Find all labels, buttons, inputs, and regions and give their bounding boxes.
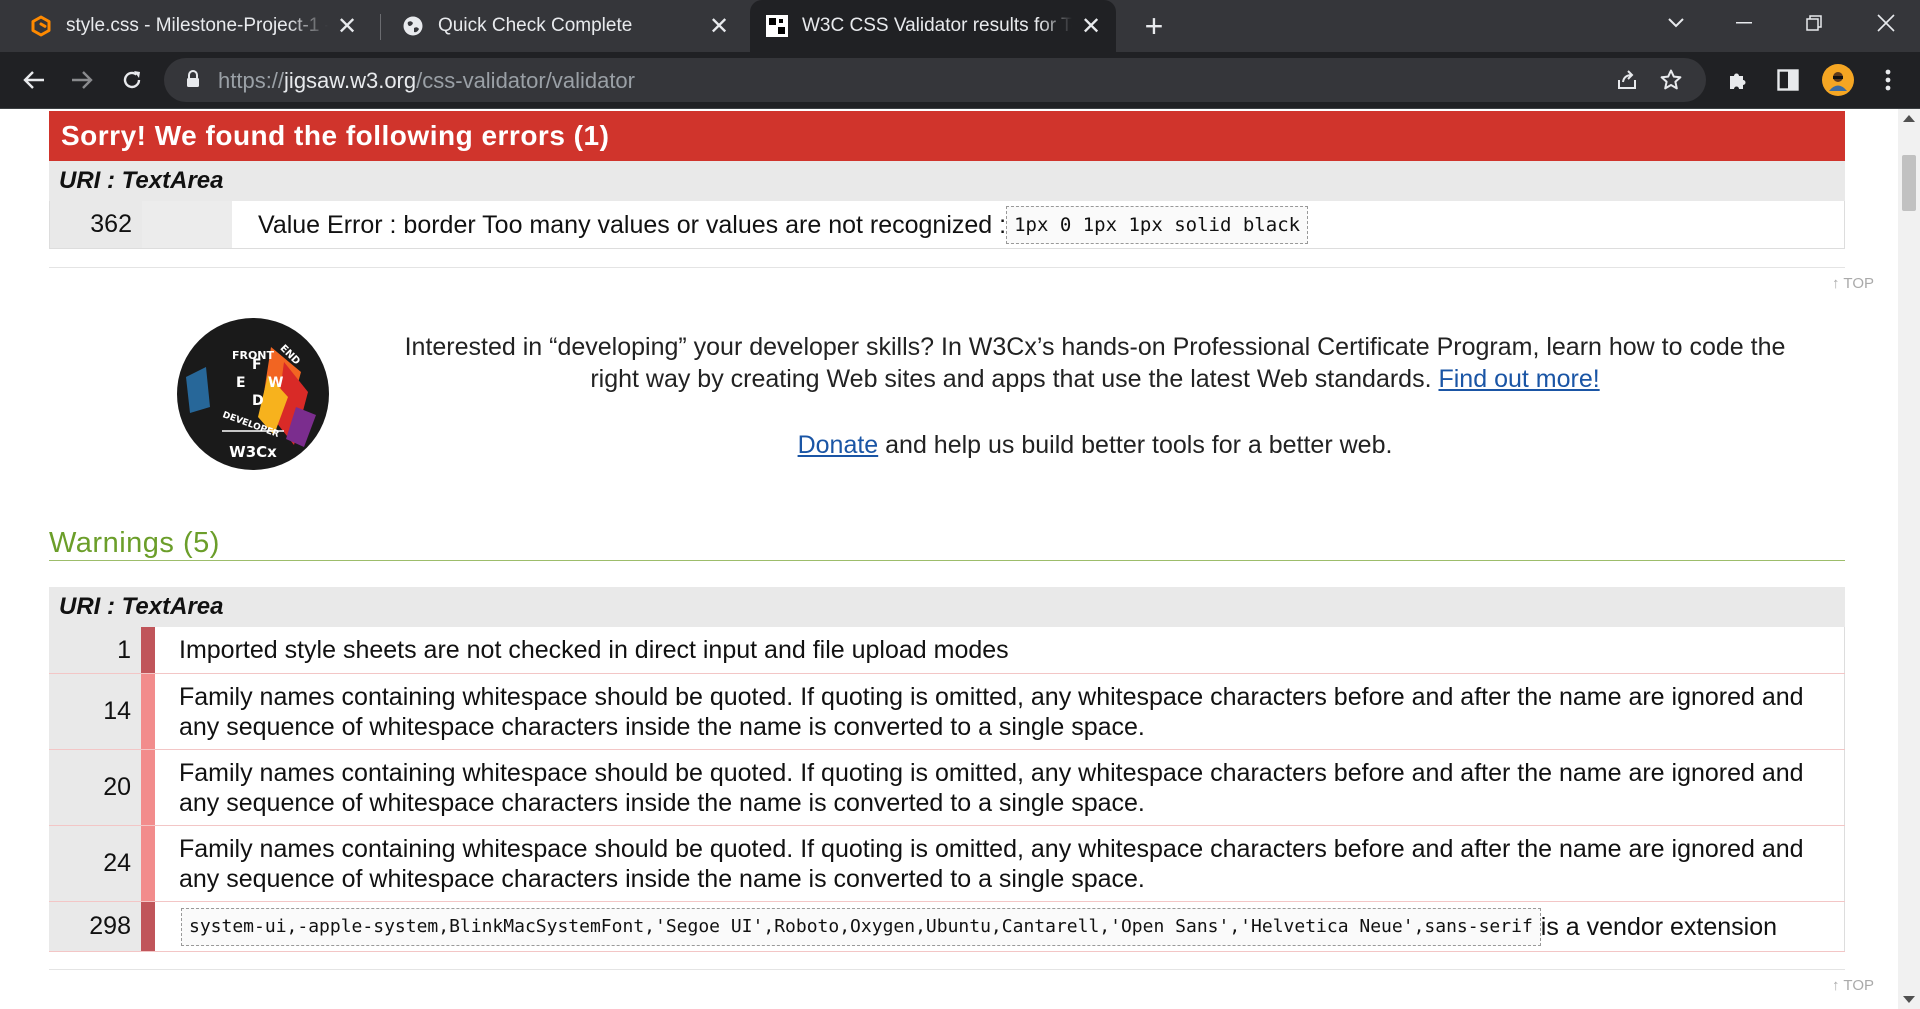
warnings-uri-label: URI : TextArea — [49, 587, 1845, 627]
bookmark-star-icon[interactable] — [1656, 65, 1686, 95]
scroll-thumb[interactable] — [1902, 155, 1916, 211]
warnings-heading: Warnings (5) — [49, 527, 220, 559]
share-icon[interactable] — [1612, 65, 1642, 95]
promo-text: Interested in “developing” your develope… — [400, 331, 1790, 395]
minimize-icon[interactable] — [1716, 0, 1772, 46]
warning-level-bar — [141, 902, 155, 951]
gitpod-icon — [30, 15, 52, 37]
donate-link[interactable]: Donate — [798, 431, 879, 459]
w3cx-frontend-developer-logo[interactable]: FRONT END E F W D DEVELOPER W3Cx — [176, 317, 330, 471]
top-link[interactable]: ↑ TOP — [1832, 977, 1874, 994]
page-scrollbar[interactable] — [1898, 109, 1920, 1009]
warning-message: Family names containing whitespace shoul… — [155, 750, 1845, 825]
scroll-up-arrow-icon[interactable] — [1903, 115, 1915, 122]
menu-kebab-icon[interactable] — [1868, 60, 1908, 100]
tab-title: W3C CSS Validator results for Tex — [802, 15, 1072, 36]
close-tab-icon[interactable]: ✕ — [708, 13, 730, 40]
error-message: Value Error : border Too many values or … — [232, 201, 1844, 248]
warning-level-bar — [141, 750, 155, 825]
tab-style-css[interactable]: style.css - Milestone-Project-1 - G ✕ — [14, 0, 372, 52]
restore-icon[interactable] — [1786, 0, 1842, 46]
lock-icon[interactable] — [186, 70, 200, 88]
w3c-icon — [766, 15, 788, 37]
warning-level-bar — [141, 674, 155, 749]
extensions-icon[interactable] — [1718, 60, 1758, 100]
line-number: 20 — [49, 750, 141, 825]
top-link[interactable]: ↑ TOP — [1832, 275, 1874, 292]
error-context-cell — [142, 201, 232, 248]
profile-avatar[interactable] — [1822, 64, 1854, 96]
warning-message: system-ui,-apple-system,BlinkMacSystemFo… — [155, 902, 1845, 951]
errors-uri-label: URI : TextArea — [49, 161, 1845, 201]
tab-quick-check[interactable]: Quick Check Complete ✕ — [386, 0, 744, 52]
warnings-underline — [49, 560, 1845, 561]
donate-text: Donate and help us build better tools fo… — [400, 431, 1790, 460]
logo-letter: W3Cx — [229, 443, 277, 461]
url-path: /css-validator/validator — [416, 68, 635, 93]
warning-code: system-ui,-apple-system,BlinkMacSystemFo… — [181, 907, 1541, 946]
globe-icon — [402, 15, 424, 37]
page-content: Sorry! We found the following errors (1)… — [0, 109, 1898, 1009]
error-row: 362 Value Error : border Too many values… — [49, 201, 1845, 249]
browser-toolbar: https://jigsaw.w3.org/css-validator/vali… — [0, 52, 1920, 109]
warning-message: Family names containing whitespace shoul… — [155, 826, 1845, 901]
warning-row: 24 Family names containing whitespace sh… — [49, 826, 1845, 902]
warning-text: is a vendor extension — [1540, 912, 1778, 941]
forward-arrow-icon[interactable] — [62, 60, 102, 100]
reload-icon[interactable] — [112, 60, 152, 100]
warning-row: 1 Imported style sheets are not checked … — [49, 627, 1845, 674]
warning-row: 20 Family names containing whitespace sh… — [49, 750, 1845, 826]
tab-title: Quick Check Complete — [438, 15, 633, 36]
back-arrow-icon[interactable] — [14, 60, 54, 100]
tab-search-icon[interactable] — [1648, 0, 1704, 46]
warning-level-bar — [141, 627, 155, 673]
tab-w3c-validator[interactable]: W3C CSS Validator results for Tex ✕ — [750, 0, 1116, 52]
new-tab-icon[interactable]: + — [1136, 8, 1172, 44]
divider — [49, 267, 1845, 268]
error-text: Value Error : border Too many values or … — [258, 210, 1007, 239]
find-out-more-link[interactable]: Find out more! — [1438, 365, 1599, 393]
logo-letter: E — [236, 375, 246, 391]
line-number: 1 — [49, 627, 141, 673]
logo-letter: D — [252, 393, 264, 409]
error-code: 1px 0 1px 1px solid black — [1006, 205, 1309, 244]
warning-row: 14 Family names containing whitespace sh… — [49, 674, 1845, 750]
address-bar[interactable]: https://jigsaw.w3.org/css-validator/vali… — [164, 58, 1706, 102]
warning-message: Imported style sheets are not checked in… — [155, 627, 1845, 673]
logo-letter: W — [268, 375, 283, 391]
url-text[interactable]: https://jigsaw.w3.org/css-validator/vali… — [218, 68, 635, 94]
donate-description: and help us build better tools for a bet… — [878, 431, 1393, 459]
line-number: 362 — [50, 201, 142, 248]
url-prefix: https:// — [218, 68, 285, 93]
line-number: 14 — [49, 674, 141, 749]
line-number: 298 — [49, 902, 141, 951]
url-domain: jigsaw.w3.org — [284, 68, 417, 93]
tab-strip: style.css - Milestone-Project-1 - G ✕ Qu… — [0, 0, 1920, 52]
close-tab-icon[interactable]: ✕ — [336, 13, 358, 40]
tab-divider — [380, 14, 381, 40]
line-number: 24 — [49, 826, 141, 901]
warning-row: 298 system-ui,-apple-system,BlinkMacSyst… — [49, 902, 1845, 952]
warning-message: Family names containing whitespace shoul… — [155, 674, 1845, 749]
divider — [49, 969, 1845, 970]
logo-letter: F — [252, 357, 262, 373]
close-window-icon[interactable] — [1858, 0, 1914, 46]
tab-title: style.css - Milestone-Project-1 - G — [66, 15, 328, 36]
side-panel-icon[interactable] — [1768, 60, 1808, 100]
warning-level-bar — [141, 826, 155, 901]
errors-heading: Sorry! We found the following errors (1) — [49, 111, 1845, 161]
scroll-down-arrow-icon[interactable] — [1903, 996, 1915, 1003]
close-tab-icon[interactable]: ✕ — [1080, 13, 1102, 40]
